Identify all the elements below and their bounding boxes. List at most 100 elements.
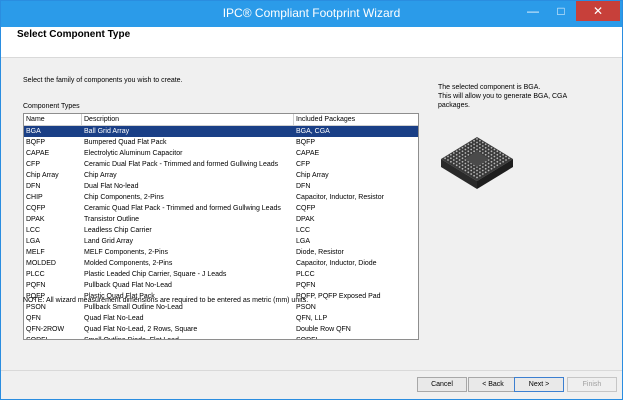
cell-packages: PQFN: [296, 282, 316, 289]
column-header-name[interactable]: Name: [24, 114, 82, 125]
solder-ball: [481, 173, 484, 175]
info-line: This will allow you to generate BGA, CGA: [438, 93, 568, 100]
back-button[interactable]: < Back: [468, 377, 518, 392]
solder-ball: [479, 171, 481, 174]
cell-name: CAPAE: [26, 150, 50, 157]
solder-ball: [464, 166, 467, 168]
list-item[interactable]: MOLDED Molded Components, 2-Pins Capacitor…: [24, 258, 418, 269]
list-item[interactable]: CQFP Ceramic Quad Flat Pack - Trimmed and…: [24, 203, 418, 214]
list-item[interactable]: PQFN Pullback Quad Flat No-Lead PQFN: [24, 280, 418, 291]
solder-ball: [473, 143, 475, 146]
list-item[interactable]: SODFLSmall Outline Diode, Flat LeadSODFL: [24, 335, 418, 339]
list-item[interactable]: QFN-2ROW Quad Flat No-Lead, 2 Rows, Squar…: [24, 324, 418, 335]
solder-ball: [470, 173, 473, 175]
solder-ball: [499, 155, 502, 158]
wizard-window: IPC® Compliant Footprint Wizard — □ ✕ Se…: [0, 0, 623, 400]
cell-packages: BQFP: [296, 139, 316, 146]
solder-ball: [467, 150, 470, 153]
cell-name: SODFL: [24, 335, 82, 339]
solder-ball: [496, 160, 499, 163]
list-item[interactable]: PLCC Plastic Leaded Chip Carrier, Square …: [24, 269, 418, 280]
solder-ball: [464, 155, 467, 158]
solder-ball: [452, 162, 455, 165]
solder-ball: [470, 152, 473, 154]
list-item[interactable]: LGA Land Grid Array LGA: [24, 236, 418, 247]
cell-name: QFN: [26, 315, 41, 322]
list-item[interactable]: CAPAE Electrolytic Aluminum Capacitor CAPA…: [24, 148, 418, 159]
solder-ball: [458, 155, 461, 158]
solder-ball: [496, 153, 499, 156]
cell-name: MOLDED: [26, 260, 56, 267]
cell-description: Small Outline Diode, Flat Lead: [82, 335, 294, 339]
solder-ball: [481, 141, 484, 144]
solder-ball: [484, 146, 487, 149]
cell-name: PLCC: [26, 271, 45, 278]
finish-button[interactable]: Finish: [567, 377, 617, 392]
solder-ball: [484, 164, 487, 167]
solder-ball: [464, 145, 467, 147]
cell-description: Ceramic Dual Flat Pack - Trimmed and for…: [84, 161, 279, 168]
solder-ball: [470, 145, 473, 147]
list-item[interactable]: DFN Dual Flat No-lead DFN: [24, 181, 418, 192]
cell-description: Electrolytic Aluminum Capacitor: [84, 150, 183, 157]
solder-ball: [490, 164, 493, 167]
next-button[interactable]: Next >: [514, 377, 564, 392]
solder-ball: [473, 150, 475, 153]
solder-ball: [493, 162, 496, 165]
solder-ball: [452, 159, 455, 161]
cell-description: Plastic Leaded Chip Carrier, Square - J …: [84, 271, 227, 278]
solder-ball: [479, 150, 481, 153]
solder-ball: [467, 146, 470, 149]
solder-ball: [461, 153, 464, 156]
solder-ball: [461, 160, 464, 163]
info-line: The selected component is BGA.: [438, 84, 541, 91]
cell-packages: Double Row QFN: [296, 326, 351, 333]
list-item[interactable]: BGA Ball Grid Array BGA, CGA: [24, 126, 418, 137]
solder-ball: [479, 146, 481, 149]
solder-ball: [464, 148, 467, 151]
cell-description: Quad Flat No-Lead: [84, 315, 144, 322]
list-item[interactable]: DPAK Transistor Outline DPAK: [24, 214, 418, 225]
component-types-list[interactable]: Name Description Included Packages BGA Ba…: [23, 113, 419, 340]
cell-description: MELF Components, 2-Pins: [84, 249, 169, 256]
solder-ball: [481, 145, 484, 147]
cell-packages: BGA, CGA: [296, 128, 330, 135]
list-item[interactable]: CFP Ceramic Dual Flat Pack - Trimmed and …: [24, 159, 418, 170]
cell-packages: Capacitor, Inductor, Resistor: [296, 194, 384, 201]
solder-ball: [484, 167, 487, 170]
cell-name: DFN: [26, 183, 41, 190]
solder-ball: [487, 155, 490, 158]
cell-description: Molded Components, 2-Pins: [84, 260, 173, 267]
title-bar[interactable]: IPC® Compliant Footprint Wizard — □ ✕: [1, 1, 622, 27]
list-item[interactable]: CHIP Chip Components, 2-Pins Capacitor, In…: [24, 192, 418, 203]
list-item[interactable]: Chip Array Chip Array Chip Array: [24, 170, 418, 181]
solder-ball: [493, 155, 496, 158]
solder-ball: [490, 146, 493, 149]
close-icon[interactable]: ✕: [576, 1, 620, 21]
minimize-icon[interactable]: —: [520, 1, 546, 21]
cell-name: LGA: [26, 238, 41, 245]
solder-ball: [470, 166, 473, 168]
metric-note: NOTE: All wizard measurement dimensions …: [23, 297, 309, 304]
column-header-packages[interactable]: Included Packages: [294, 114, 417, 125]
solder-ball: [467, 164, 470, 167]
solder-ball: [479, 139, 481, 142]
cancel-button[interactable]: Cancel: [417, 377, 467, 392]
solder-ball: [476, 169, 478, 172]
cell-name: CFP: [26, 161, 40, 168]
solder-ball: [476, 148, 478, 151]
cell-name: Chip Array: [26, 172, 59, 179]
list-item[interactable]: LCC Leadless Chip Carrier LCC: [24, 225, 418, 236]
solder-ball: [447, 159, 449, 161]
solder-ball: [499, 162, 502, 165]
solder-ball: [455, 164, 458, 167]
solder-ball: [479, 174, 481, 177]
list-item[interactable]: QFN Quad Flat No-Lead QFN, LLP: [24, 313, 418, 324]
column-header-description[interactable]: Description: [82, 114, 294, 125]
solder-ball: [461, 150, 464, 153]
list-item[interactable]: MELF MELF Components, 2-Pins Diode, Resist…: [24, 247, 418, 258]
solder-ball: [464, 162, 467, 165]
maximize-icon[interactable]: □: [548, 1, 574, 21]
solder-ball: [470, 169, 473, 172]
list-item[interactable]: BQFP Bumpered Quad Flat Pack BQFP: [24, 137, 418, 148]
